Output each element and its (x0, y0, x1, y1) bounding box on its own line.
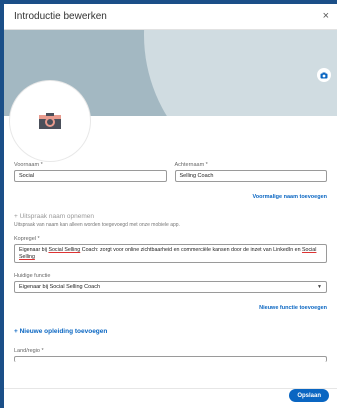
country-input[interactable] (14, 356, 327, 362)
camera-icon (39, 113, 61, 129)
current-position-select[interactable]: Eigenaar bij Social Selling Coach ▼ (14, 281, 327, 293)
banner-camera-button[interactable] (317, 68, 331, 82)
record-pronunciation-button[interactable]: + Uitspraak naam opnemen (14, 213, 327, 220)
chevron-down-icon: ▼ (317, 284, 322, 290)
headline-input[interactable]: Eigenaar bij Social Selling Coach: zorgt… (14, 244, 327, 263)
headline-label: Kopregel * (14, 236, 40, 242)
banner-shape (144, 30, 337, 116)
camera-icon (320, 72, 328, 78)
name-row: Voornaam * Social Achternaam * Selling C… (14, 162, 327, 182)
last-name-label: Achternaam * (174, 162, 208, 168)
form-content: Voornaam * Social Achternaam * Selling C… (4, 162, 337, 362)
dialog-header: Introductie bewerken × (4, 4, 337, 30)
add-new-education-link[interactable]: + Nieuwe opleiding toevoegen (14, 328, 107, 335)
country-label: Land/regio * (14, 348, 44, 354)
headline-link-1: Social Selling (48, 247, 81, 253)
edit-intro-dialog: Introductie bewerken × Voornaam * Social (4, 4, 337, 408)
save-button[interactable]: Opslaan (289, 389, 329, 402)
first-name-label: Voornaam * (14, 162, 43, 168)
profile-photo[interactable] (10, 81, 90, 161)
current-position-value: Eigenaar bij Social Selling Coach (19, 284, 101, 290)
add-new-position-link[interactable]: Nieuwe functie toevoegen (259, 305, 327, 311)
close-icon[interactable]: × (323, 11, 329, 22)
dialog-footer (4, 388, 337, 408)
dialog-title: Introductie bewerken (14, 11, 107, 22)
headline-text-2: Coach: zorgt voor online zichtbaarheid e… (80, 247, 302, 253)
pronunciation-note: Uitspraak van naam kan alleen worden toe… (14, 222, 180, 228)
last-name-input[interactable]: Selling Coach (174, 170, 327, 182)
add-former-name-link[interactable]: Voormalige naam toevoegen (253, 194, 327, 200)
headline-text-1: Eigenaar bij (19, 247, 49, 253)
current-position-label: Huidige functie (14, 273, 51, 279)
first-name-input[interactable]: Social (14, 170, 167, 182)
